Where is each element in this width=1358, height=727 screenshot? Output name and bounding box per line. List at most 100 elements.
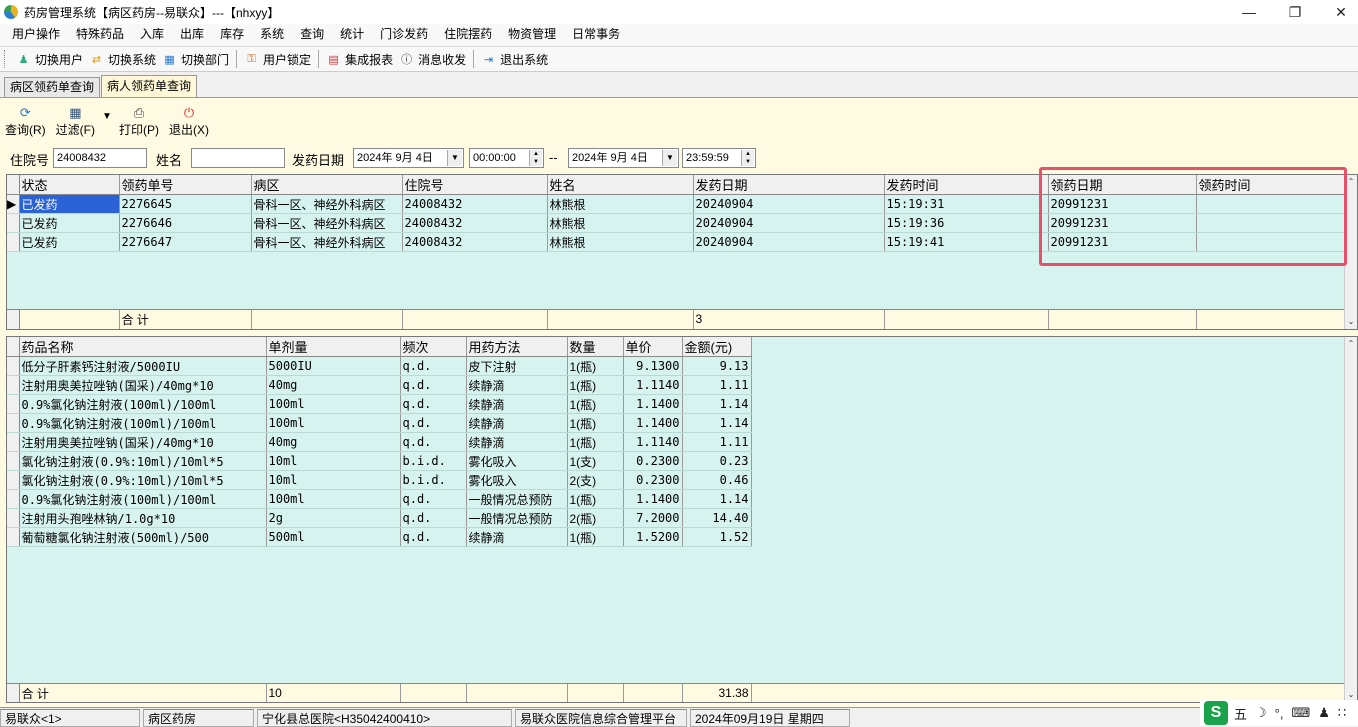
keyboard-icon[interactable]: ⌨ [1291, 705, 1310, 721]
orders-cell[interactable]: 骨科一区、神经外科病区 [251, 194, 403, 214]
orders-cell[interactable]: 15:19:36 [884, 213, 1049, 233]
drugs-cell[interactable]: 0.2300 [623, 470, 683, 490]
tab-1[interactable]: 病人领药单查询 [101, 75, 198, 97]
drugs-cell[interactable]: 1(瓶) [567, 375, 624, 395]
drugs-cell[interactable]: 注射用奥美拉唑钠(国采)/40mg*10 [19, 432, 267, 452]
orders-cell[interactable]: 已发药 [19, 194, 120, 214]
drugs-cell[interactable]: 5000IU [266, 356, 401, 376]
drugs-cell[interactable]: 1.1400 [623, 413, 683, 433]
moon-icon[interactable]: ☽ [1255, 705, 1267, 721]
orders-cell[interactable]: 2276645 [119, 194, 252, 214]
table-row[interactable]: 已发药 2276646 骨科一区、神经外科病区 24008432 林熊根 20240904… [7, 213, 1345, 233]
toolbar-button-1[interactable]: ⇄ 切换系统 [86, 48, 159, 70]
toolbar-button-3[interactable]: ⚿ 用户锁定 [241, 48, 314, 70]
current-row-arrow-icon[interactable]: ▶ [7, 194, 20, 214]
drugs-cell[interactable]: 40mg [266, 432, 401, 452]
row-indicator[interactable] [7, 213, 20, 233]
drugs-cell[interactable]: 1(瓶) [567, 527, 624, 547]
orders-cell[interactable]: 15:19:41 [884, 232, 1049, 252]
inpatient-no-input[interactable]: 24008432 [53, 148, 147, 168]
drugs-cell[interactable]: 7.2000 [623, 508, 683, 528]
drugs-cell[interactable]: 低分子肝素钙注射液/5000IU [19, 356, 267, 376]
drugs-cell[interactable]: b.i.d. [400, 451, 467, 471]
toolbar-button-0[interactable]: ♟ 切换用户 [13, 48, 86, 70]
drugs-cell[interactable]: 100ml [266, 489, 401, 509]
orders-cell[interactable] [1196, 194, 1345, 214]
orders-cell[interactable]: 20240904 [693, 213, 885, 233]
drugs-col-header-2[interactable]: 频次 [400, 337, 467, 357]
table-row[interactable]: 氯化钠注射液(0.9%:10ml)/10ml*5 10ml b.i.d. 雾化吸入 2(… [7, 470, 752, 490]
scroll-up-icon[interactable]: ⌃ [1345, 337, 1357, 351]
orders-col-header-6[interactable]: 发药时间 [884, 175, 1049, 195]
drugs-cell[interactable]: 0.46 [682, 470, 752, 490]
drugs-cell[interactable]: 葡萄糖氯化钠注射液(500ml)/500 [19, 527, 267, 547]
table-row[interactable]: 注射用头孢唑林钠/1.0g*10 2g q.d. 一般情况总预防 2(瓶) 7.2000 1… [7, 508, 752, 528]
drugs-col-header-4[interactable]: 数量 [567, 337, 624, 357]
drugs-cell[interactable]: 14.40 [682, 508, 752, 528]
drugs-cell[interactable]: 9.13 [682, 356, 752, 376]
drugs-cell[interactable]: 100ml [266, 394, 401, 414]
filter-dropdown-icon[interactable]: ▼ [100, 104, 114, 138]
drugs-col-header-1[interactable]: 单剂量 [266, 337, 401, 357]
orders-cell[interactable]: 林熊根 [547, 213, 694, 233]
row-indicator[interactable] [7, 508, 20, 528]
action-button-2[interactable]: ⎙ 打印(P) [114, 104, 164, 138]
drugs-col-header-6[interactable]: 金额(元) [682, 337, 752, 357]
table-row[interactable]: 注射用奥美拉唑钠(国采)/40mg*10 40mg q.d. 续静滴 1(瓶) 1.114… [7, 432, 752, 452]
row-indicator[interactable] [7, 356, 20, 376]
row-indicator[interactable] [7, 394, 20, 414]
orders-col-header-0[interactable]: 状态 [19, 175, 120, 195]
drugs-cell[interactable]: 1(瓶) [567, 356, 624, 376]
orders-cell[interactable]: 24008432 [402, 194, 548, 214]
orders-cell[interactable] [1196, 213, 1345, 233]
drugs-cell[interactable]: q.d. [400, 375, 467, 395]
drugs-cell[interactable]: 1.5200 [623, 527, 683, 547]
drugs-cell[interactable]: 10ml [266, 470, 401, 490]
orders-col-header-8[interactable]: 领药时间 [1196, 175, 1345, 195]
row-indicator[interactable] [7, 375, 20, 395]
drugs-cell[interactable]: q.d. [400, 432, 467, 452]
drugs-cell[interactable]: 雾化吸入 [466, 470, 568, 490]
action-button-1[interactable]: ▦ 过滤(F) [51, 104, 100, 138]
menu-item-2[interactable]: 入库 [132, 24, 172, 45]
orders-cell[interactable]: 骨科一区、神经外科病区 [251, 213, 403, 233]
time-to-spinner[interactable]: 23:59:59 ▲ ▼ [682, 148, 756, 168]
toolbar-button-4[interactable]: ▤ 集成报表 [323, 48, 396, 70]
drugs-cell[interactable]: 续静滴 [466, 413, 568, 433]
menu-item-3[interactable]: 出库 [172, 24, 212, 45]
minimize-button[interactable]: — [1226, 0, 1272, 24]
orders-col-header-1[interactable]: 领药单号 [119, 175, 252, 195]
orders-scrollbar[interactable]: ⌃ ⌄ [1344, 175, 1357, 329]
orders-cell[interactable]: 24008432 [402, 213, 548, 233]
scroll-down-icon[interactable]: ⌄ [1345, 315, 1357, 329]
drugs-cell[interactable]: 10ml [266, 451, 401, 471]
orders-cell[interactable]: 2276646 [119, 213, 252, 233]
table-row[interactable]: 已发药 2276647 骨科一区、神经外科病区 24008432 林熊根 20240904… [7, 232, 1345, 252]
drugs-cell[interactable]: q.d. [400, 394, 467, 414]
drugs-cell[interactable]: 注射用头孢唑林钠/1.0g*10 [19, 508, 267, 528]
drugs-cell[interactable]: 1.1140 [623, 375, 683, 395]
time-from-spinner[interactable]: 00:00:00 ▲ ▼ [469, 148, 544, 168]
drugs-cell[interactable]: 一般情况总预防 [466, 508, 568, 528]
drugs-cell[interactable]: 注射用奥美拉唑钠(国采)/40mg*10 [19, 375, 267, 395]
drugs-col-header-3[interactable]: 用药方法 [466, 337, 568, 357]
row-indicator[interactable] [7, 527, 20, 547]
orders-cell[interactable]: 骨科一区、神经外科病区 [251, 232, 403, 252]
table-row[interactable]: 0.9%氯化钠注射液(100ml)/100ml 100ml q.d. 一般情况总预防 1… [7, 489, 752, 509]
toolbar-button-6[interactable]: ⇥ 退出系统 [478, 48, 551, 70]
drugs-cell[interactable]: q.d. [400, 508, 467, 528]
drugs-cell[interactable]: 一般情况总预防 [466, 489, 568, 509]
menu-item-4[interactable]: 库存 [212, 24, 252, 45]
orders-cell[interactable]: 15:19:31 [884, 194, 1049, 214]
drugs-cell[interactable]: 100ml [266, 413, 401, 433]
menu-item-10[interactable]: 物资管理 [500, 24, 564, 45]
punctuation-icon[interactable]: °, [1275, 706, 1284, 721]
table-row[interactable]: ▶ 已发药 2276645 骨科一区、神经外科病区 24008432 林熊根 2024090… [7, 194, 1345, 214]
menu-item-0[interactable]: 用户操作 [4, 24, 68, 45]
orders-cell[interactable]: 林熊根 [547, 194, 694, 214]
orders-col-header-7[interactable]: 领药日期 [1048, 175, 1197, 195]
menu-item-8[interactable]: 门诊发药 [372, 24, 436, 45]
drugs-scrollbar[interactable]: ⌃ ⌄ [1344, 337, 1357, 702]
drugs-cell[interactable]: 1(瓶) [567, 432, 624, 452]
orders-cell[interactable]: 林熊根 [547, 232, 694, 252]
